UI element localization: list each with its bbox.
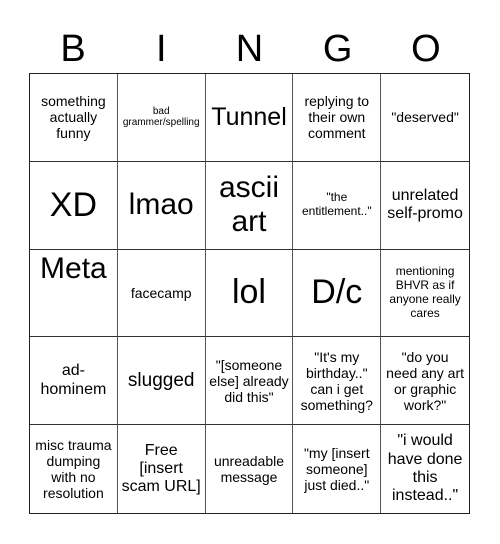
bingo-cell[interactable]: unrelated self-promo	[381, 162, 469, 250]
header-letter-b: B	[60, 28, 86, 70]
bingo-cell[interactable]: slugged	[117, 337, 206, 426]
bingo-cell[interactable]: "the entitlement.."	[293, 161, 382, 250]
bingo-cell[interactable]: "deserved"	[381, 74, 469, 162]
bingo-cell[interactable]: unreadable message	[206, 425, 294, 513]
bingo-cell[interactable]: Meta	[30, 249, 118, 338]
bingo-cell[interactable]: facecamp	[117, 249, 206, 338]
bingo-header: B I N G O	[29, 20, 470, 73]
bingo-cell[interactable]: lmao	[117, 161, 206, 250]
header-letter-o: O	[411, 28, 441, 70]
bingo-cell[interactable]: "do you need any art or graphic work?"	[381, 337, 469, 426]
bingo-cell[interactable]: "It's my birthday.." can i get something…	[293, 337, 382, 426]
header-letter-n: N	[235, 28, 264, 70]
bingo-cell[interactable]: XD	[30, 161, 118, 250]
header-letter-i: I	[156, 28, 167, 70]
bingo-cell[interactable]: "i would have done this instead.."	[381, 425, 469, 513]
bingo-cell[interactable]: mentioning BHVR as if anyone really care…	[381, 250, 469, 338]
bingo-grid: something actually funny bad grammer/spe…	[29, 73, 470, 514]
header-letter-g: G	[322, 28, 353, 70]
bingo-cell[interactable]: D/c	[293, 249, 382, 338]
bingo-cell[interactable]: ad-hominem	[30, 337, 118, 426]
bingo-cell[interactable]: bad grammer/spelling	[117, 74, 206, 162]
bingo-cell[interactable]: misc trauma dumping with no resolution	[30, 425, 118, 513]
bingo-cell[interactable]: lol	[205, 249, 294, 338]
bingo-cell[interactable]: "[someone else] already did this"	[205, 337, 294, 426]
bingo-cell[interactable]: ascii art	[205, 161, 294, 250]
bingo-cell[interactable]: Tunnel	[205, 74, 294, 162]
bingo-cell[interactable]: replying to their own comment	[293, 74, 382, 162]
bingo-cell[interactable]: Free [insert scam URL]	[118, 425, 206, 513]
bingo-cell[interactable]: "my [insert someone] just died.."	[293, 425, 382, 513]
bingo-cell[interactable]: something actually funny	[30, 74, 118, 162]
